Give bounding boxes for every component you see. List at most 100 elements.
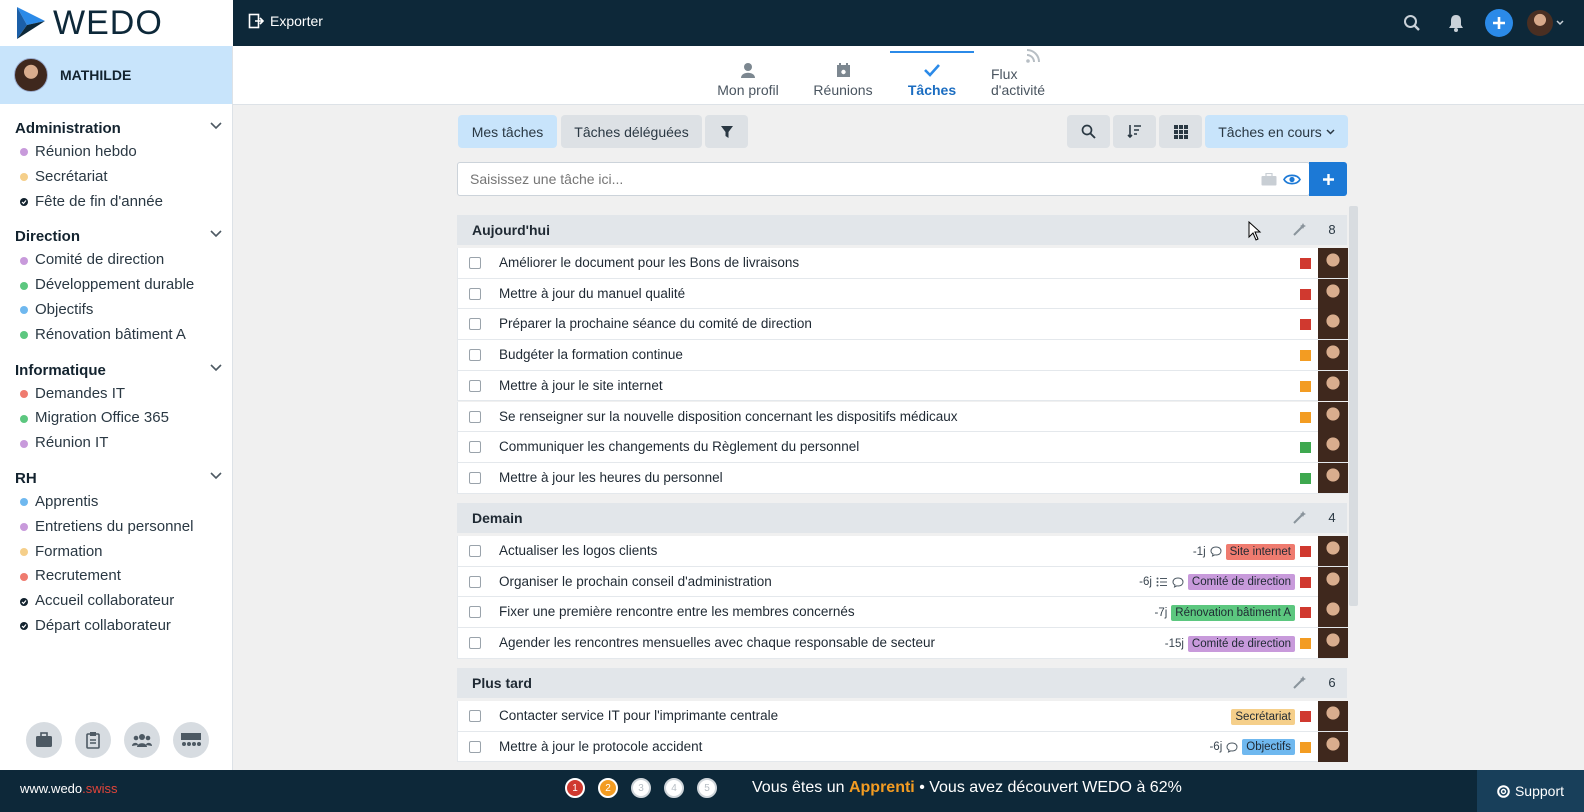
priority-indicator[interactable]: [1300, 380, 1311, 392]
avatar[interactable]: [1318, 536, 1348, 566]
sidebar-item[interactable]: Départ collaborateur: [0, 614, 232, 639]
grid-view-button[interactable]: [1159, 115, 1202, 148]
search-tasks-button[interactable]: [1067, 115, 1110, 148]
avatar[interactable]: [1318, 432, 1348, 463]
clipboard-button[interactable]: [75, 722, 111, 758]
team-button[interactable]: [124, 722, 160, 758]
my-tasks-button[interactable]: Mes tâches: [458, 115, 557, 148]
priority-indicator[interactable]: [1300, 411, 1311, 423]
avatar[interactable]: [1318, 597, 1348, 628]
task-row[interactable]: Fixer une première rencontre entre les m…: [457, 597, 1348, 629]
priority-indicator[interactable]: [1300, 576, 1311, 588]
avatar[interactable]: [1318, 340, 1348, 371]
tab-mon-profil[interactable]: Mon profil: [710, 51, 786, 104]
task-title[interactable]: Mettre à jour le site internet: [499, 371, 663, 401]
sidebar-item[interactable]: Comité de direction: [0, 248, 232, 273]
sidebar-item[interactable]: Réunion IT: [0, 431, 232, 456]
sidebar-item[interactable]: Demandes IT: [0, 382, 232, 407]
task-checkbox[interactable]: [469, 545, 481, 557]
meeting-button[interactable]: [173, 722, 209, 758]
sidebar-section-title[interactable]: Informatique: [0, 360, 232, 382]
task-status-dropdown[interactable]: Tâches en cours: [1205, 115, 1348, 148]
sidebar-item[interactable]: Entretiens du personnel: [0, 515, 232, 540]
task-title[interactable]: Mettre à jour du manuel qualité: [499, 279, 685, 309]
priority-indicator[interactable]: [1300, 442, 1311, 454]
avatar[interactable]: [1318, 401, 1348, 432]
priority-indicator[interactable]: [1300, 472, 1311, 484]
sidebar-item[interactable]: Objectifs: [0, 298, 232, 323]
task-checkbox[interactable]: [469, 441, 481, 454]
task-row[interactable]: Mettre à jour le protocole accident -6j Ob…: [457, 731, 1348, 763]
sidebar-item[interactable]: Accueil collaborateur: [0, 589, 232, 614]
avatar[interactable]: [1318, 462, 1348, 493]
task-checkbox[interactable]: [469, 471, 481, 484]
support-button[interactable]: Support: [1477, 770, 1584, 812]
bell-icon[interactable]: [1441, 8, 1471, 38]
sidebar-section-title[interactable]: Direction: [0, 226, 232, 248]
chevron-down-icon[interactable]: [210, 230, 222, 238]
task-row[interactable]: Mettre à jour le site internet: [457, 370, 1348, 402]
task-title[interactable]: Communiquer les changements du Règlement…: [499, 432, 859, 462]
avatar[interactable]: [1318, 701, 1348, 731]
task-row[interactable]: Mettre à jour du manuel qualité: [457, 278, 1348, 310]
task-tag[interactable]: Comité de direction: [1187, 635, 1295, 652]
task-tag[interactable]: Site internet: [1225, 543, 1295, 560]
task-title[interactable]: Se renseigner sur la nouvelle dispositio…: [499, 402, 958, 432]
task-title[interactable]: Préparer la prochaine séance du comité d…: [499, 309, 812, 339]
logo[interactable]: WEDO: [0, 0, 233, 46]
task-tag[interactable]: Secrétariat: [1231, 708, 1295, 725]
sidebar-item[interactable]: Formation: [0, 540, 232, 565]
sidebar-item[interactable]: Apprentis: [0, 490, 232, 515]
priority-indicator[interactable]: [1300, 711, 1311, 722]
priority-indicator[interactable]: [1300, 607, 1311, 619]
avatar[interactable]: [1318, 566, 1348, 597]
task-title[interactable]: Mettre à jour les heures du personnel: [499, 463, 723, 493]
task-title[interactable]: Budgéter la formation continue: [499, 340, 683, 370]
task-checkbox[interactable]: [469, 379, 481, 392]
add-round-button[interactable]: [1485, 9, 1513, 37]
task-checkbox[interactable]: [469, 410, 481, 423]
task-row[interactable]: Communiquer les changements du Règlement…: [457, 432, 1348, 463]
search-icon[interactable]: [1397, 8, 1427, 38]
group-header[interactable]: Plus tard: [457, 668, 1317, 698]
task-row[interactable]: Se renseigner sur la nouvelle dispositio…: [457, 401, 1348, 433]
task-checkbox[interactable]: [469, 287, 481, 300]
chevron-down-icon[interactable]: [210, 364, 222, 372]
export-button[interactable]: Exporter: [248, 13, 323, 29]
task-checkbox[interactable]: [469, 710, 481, 722]
priority-indicator[interactable]: [1300, 638, 1311, 650]
sidebar-item[interactable]: Réunion hebdo: [0, 140, 232, 165]
magic-wand-icon[interactable]: [1293, 675, 1307, 689]
avatar[interactable]: [1318, 248, 1348, 278]
tab-reunions[interactable]: Réunions: [811, 51, 875, 104]
task-title[interactable]: Mettre à jour le protocole accident: [499, 732, 702, 762]
task-title[interactable]: Contacter service IT pour l'imprimante c…: [499, 701, 778, 731]
sidebar-item[interactable]: Recrutement: [0, 564, 232, 589]
sidebar-item[interactable]: Fête de fin d'année: [0, 190, 232, 215]
priority-indicator[interactable]: [1300, 319, 1311, 331]
task-checkbox[interactable]: [469, 349, 481, 362]
task-checkbox[interactable]: [469, 257, 481, 269]
site-link[interactable]: www.wedo.swiss: [20, 781, 118, 796]
task-tag[interactable]: Rénovation bâtiment A: [1171, 604, 1295, 621]
task-title[interactable]: Agender les rencontres mensuelles avec c…: [499, 628, 935, 658]
level-step[interactable]: 2: [598, 778, 618, 798]
task-row[interactable]: Améliorer le document pour les Bons de l…: [457, 248, 1348, 279]
avatar[interactable]: [1318, 309, 1348, 340]
task-checkbox[interactable]: [469, 606, 481, 619]
task-input[interactable]: [457, 162, 1310, 196]
sidebar-item[interactable]: Secrétariat: [0, 165, 232, 190]
magic-wand-icon[interactable]: [1293, 510, 1307, 524]
chevron-down-icon[interactable]: [210, 472, 222, 480]
sidebar-item[interactable]: Rénovation bâtiment A: [0, 323, 232, 348]
task-row[interactable]: Contacter service IT pour l'imprimante c…: [457, 701, 1348, 732]
magic-wand-icon[interactable]: [1293, 222, 1307, 236]
task-checkbox[interactable]: [469, 575, 481, 588]
priority-indicator[interactable]: [1300, 546, 1311, 557]
sort-button[interactable]: [1113, 115, 1156, 148]
task-row[interactable]: Organiser le prochain conseil d'administ…: [457, 566, 1348, 598]
delegated-tasks-button[interactable]: Tâches déléguées: [561, 115, 702, 148]
task-row[interactable]: Mettre à jour les heures du personnel: [457, 462, 1348, 494]
task-checkbox[interactable]: [469, 318, 481, 331]
sidebar-item[interactable]: Migration Office 365: [0, 406, 232, 431]
